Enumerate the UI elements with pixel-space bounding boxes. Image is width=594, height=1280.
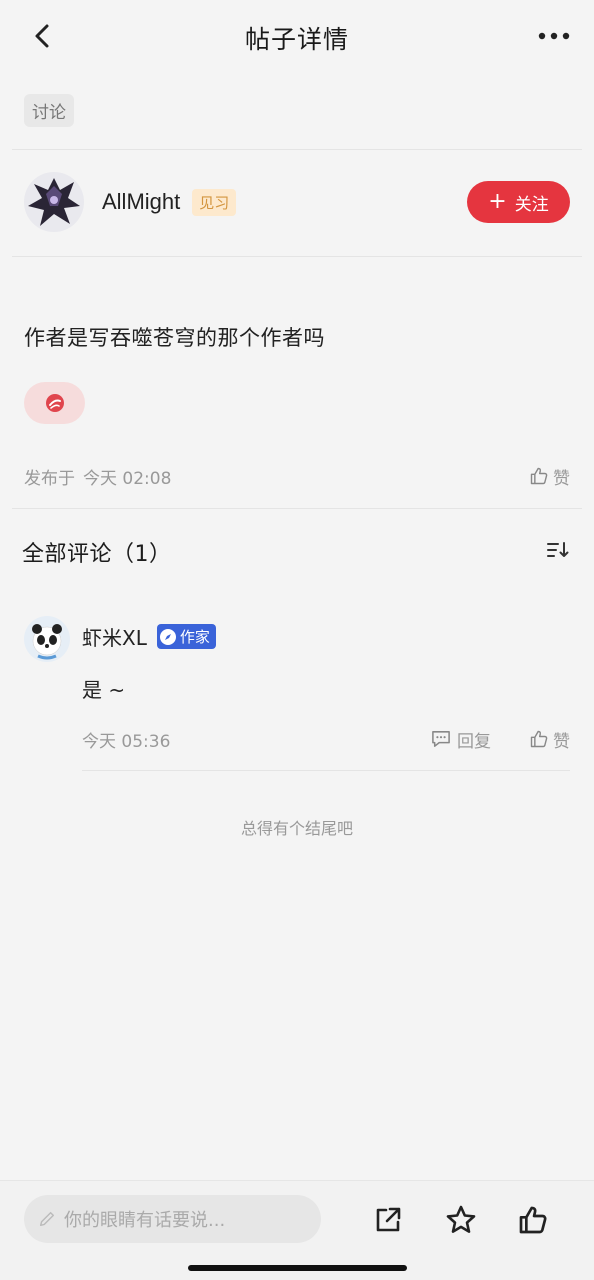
thumbs-up-icon [530, 730, 548, 748]
reply-button[interactable]: 回复 [431, 727, 491, 752]
end-of-list-text: 总得有个结尾吧 [240, 819, 353, 838]
reaction-chip[interactable] [24, 382, 85, 424]
comment-input[interactable]: 你的眼睛有话要说... [24, 1195, 321, 1243]
more-dots-icon[interactable] [536, 20, 572, 52]
comment-like-button[interactable]: 赞 [529, 727, 570, 752]
share-icon[interactable] [371, 1203, 405, 1237]
author-row: AllMight 见习 + 关注 [24, 170, 570, 234]
post-meta-row: 发布于 今天 02:08 赞 [24, 462, 570, 490]
comments-title: 全部评论（1） [22, 542, 172, 567]
author-avatar[interactable] [24, 172, 84, 232]
comment-bubble-icon [432, 731, 450, 747]
home-indicator [188, 1265, 407, 1271]
star-icon[interactable] [444, 1203, 478, 1237]
sort-icon[interactable] [546, 540, 570, 564]
divider [82, 770, 570, 771]
top-nav-bar: 帖子详情 [0, 0, 594, 76]
published-prefix: 发布于 [24, 468, 75, 489]
author-name[interactable]: AllMight [102, 189, 180, 215]
comment-text: 是 ~ [82, 678, 126, 702]
post-like-button[interactable]: 赞 [529, 464, 570, 489]
follow-label: 关注 [514, 194, 549, 215]
published-time: 今天 02:08 [83, 468, 172, 489]
comment-meta-row: 今天 05:36 回复 赞 [82, 726, 570, 752]
divider [12, 256, 582, 257]
comment-input-placeholder: 你的眼睛有话要说... [64, 1210, 226, 1231]
post-content: 作者是写吞噬苍穹的那个作者吗 [24, 326, 325, 350]
comment-time: 今天 05:36 [82, 731, 171, 752]
pencil-icon [39, 1211, 55, 1227]
plus-icon: + [488, 189, 507, 214]
divider [12, 149, 582, 150]
post-like-label: 赞 [553, 468, 570, 489]
post-category-tag[interactable]: 讨论 [24, 94, 74, 127]
heart-reaction-icon [45, 394, 64, 412]
page-title: 帖子详情 [244, 25, 349, 54]
follow-button[interactable]: + 关注 [467, 181, 570, 223]
author-level-badge: 见习 [192, 188, 237, 216]
commenter-avatar[interactable] [24, 616, 70, 662]
commenter-name[interactable]: 虾米XL [82, 622, 147, 651]
writer-badge-label: 作家 [179, 628, 210, 646]
back-arrow-icon[interactable] [26, 20, 58, 52]
writer-badge: 作家 [156, 624, 216, 649]
reply-label: 回复 [457, 731, 491, 752]
divider [12, 508, 582, 509]
commenter-name-row: 虾米XL 作家 [82, 622, 216, 651]
compass-icon [159, 628, 176, 645]
thumbs-up-icon[interactable] [516, 1203, 550, 1237]
comments-header: 全部评论（1） [22, 534, 570, 570]
comment-like-label: 赞 [553, 731, 570, 752]
thumbs-up-icon [530, 467, 548, 485]
